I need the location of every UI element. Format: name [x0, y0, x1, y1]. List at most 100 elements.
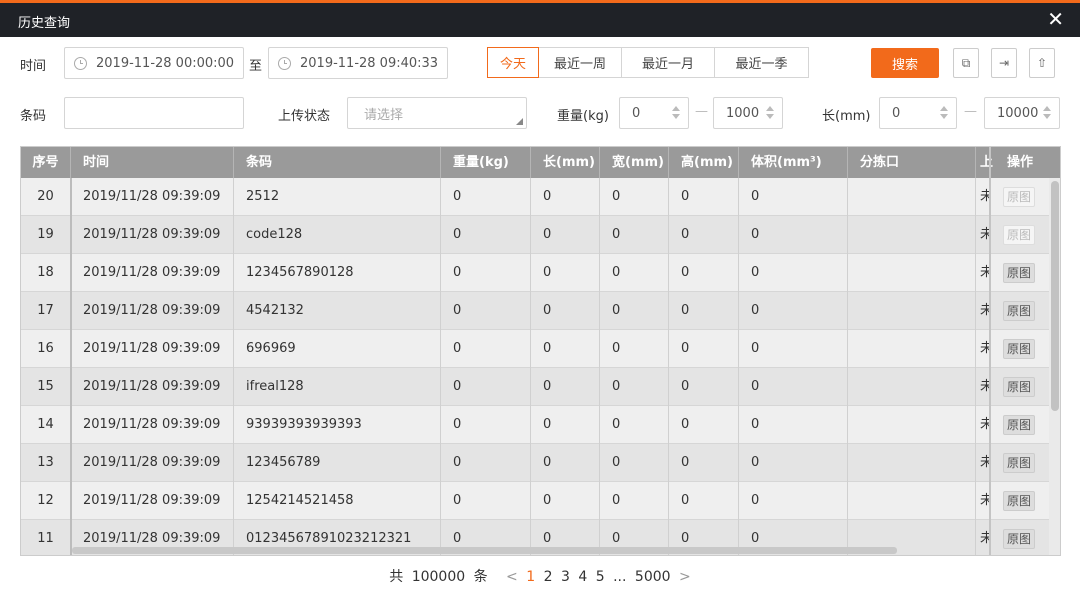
- cell-volume: 0: [739, 482, 848, 520]
- history-table: 序号 时间 条码 重量(kg) 长(mm) 宽(mm) 高(mm) 体积(mm³…: [20, 146, 1061, 556]
- cell-seq: 17: [21, 292, 71, 330]
- cell-weight: 0: [441, 216, 531, 254]
- table-row[interactable]: 202019/11/28 09:39:09251200000未原图: [21, 178, 1060, 216]
- cell-length: 0: [531, 178, 600, 216]
- page-3[interactable]: 3: [561, 569, 570, 585]
- upload-status-select[interactable]: 请选择: [347, 97, 527, 129]
- export-icon[interactable]: ⇥: [991, 48, 1017, 78]
- col-height[interactable]: 高(mm): [669, 147, 739, 178]
- stepper-arrows-icon[interactable]: [766, 106, 774, 120]
- stepper-arrows-icon[interactable]: [672, 106, 680, 120]
- window-title: 历史查询: [18, 16, 71, 31]
- page-last[interactable]: 5000: [635, 569, 671, 585]
- table-row[interactable]: 14 2019/11/28 09:39:09 93939393939393 0 0 0 0 0…: [21, 406, 1060, 444]
- upload-status-label: 上传状态: [278, 109, 331, 124]
- page-ellipsis: ...: [613, 569, 627, 585]
- weight-range-dash: —: [695, 104, 708, 119]
- tab-last-month[interactable]: 最近一月: [622, 47, 715, 78]
- cell-port: [848, 292, 976, 330]
- time-to-input[interactable]: 2019-11-28 09:40:33: [268, 47, 448, 79]
- cell-time: 2019/11/28 09:39:09: [71, 216, 234, 254]
- cell-weight: 0: [441, 406, 531, 444]
- cell-barcode: 93939393939393: [234, 406, 441, 444]
- col-port[interactable]: 分拣口: [848, 147, 976, 178]
- length-range-dash: —: [964, 104, 977, 119]
- col-length[interactable]: 长(mm): [531, 147, 600, 178]
- upload-icon[interactable]: ⇧: [1029, 48, 1055, 78]
- cell-length: 0: [531, 406, 600, 444]
- table-row[interactable]: 172019/11/28 09:39:09454213200000未原图: [21, 292, 1060, 330]
- cell-height: 0: [669, 444, 739, 482]
- horizontal-scrollbar[interactable]: [72, 547, 897, 554]
- weight-label: 重量(kg): [557, 109, 609, 124]
- tab-today[interactable]: 今天: [487, 47, 539, 78]
- page-1[interactable]: 1: [526, 569, 535, 585]
- title-bar: 历史查询 ✕: [0, 3, 1080, 37]
- stepper-arrows-icon[interactable]: [1043, 106, 1051, 120]
- col-weight[interactable]: 重量(kg): [441, 147, 531, 178]
- length-max-stepper[interactable]: 10000: [984, 97, 1060, 129]
- pagination: 共 100000 条 < 1 2 3 4 5 ... 5000 >: [0, 566, 1080, 586]
- cell-time: 2019/11/28 09:39:09: [71, 292, 234, 330]
- length-min-value: 0: [892, 105, 901, 121]
- search-button[interactable]: 搜索: [871, 48, 939, 78]
- cell-width: 0: [600, 216, 669, 254]
- frozen-action-column: [989, 147, 1048, 555]
- cell-time: 2019/11/28 09:39:09: [71, 254, 234, 292]
- col-width[interactable]: 宽(mm): [600, 147, 669, 178]
- cell-weight: 0: [441, 254, 531, 292]
- tab-last-quarter[interactable]: 最近一季: [715, 47, 809, 78]
- cell-width: 0: [600, 292, 669, 330]
- cell-time: 2019/11/28 09:39:09: [71, 178, 234, 216]
- vertical-scrollbar[interactable]: [1049, 178, 1060, 555]
- length-min-stepper[interactable]: 0: [879, 97, 957, 129]
- cell-port: [848, 444, 976, 482]
- page-5[interactable]: 5: [596, 569, 605, 585]
- cell-weight: 0: [441, 292, 531, 330]
- weight-max-stepper[interactable]: 1000: [713, 97, 783, 129]
- table-row[interactable]: 122019/11/28 09:39:09125421452145800000未…: [21, 482, 1060, 520]
- cell-width: 0: [600, 330, 669, 368]
- time-from-value: 2019-11-28 00:00:00: [96, 55, 235, 71]
- date-range-tabs: 今天 最近一周 最近一月 最近一季: [487, 47, 809, 78]
- page-4[interactable]: 4: [578, 569, 587, 585]
- table-row[interactable]: 192019/11/28 09:39:09code12800000未原图: [21, 216, 1060, 254]
- restore-icon[interactable]: ⧉: [953, 48, 979, 78]
- cell-volume: 0: [739, 292, 848, 330]
- table-row[interactable]: 152019/11/28 09:39:09ifreal12800000未原图: [21, 368, 1060, 406]
- cell-weight: 0: [441, 178, 531, 216]
- cell-weight: 0: [441, 368, 531, 406]
- close-icon[interactable]: ✕: [1047, 8, 1064, 30]
- cell-volume: 0: [739, 216, 848, 254]
- cell-length: 0: [531, 444, 600, 482]
- cell-height: 0: [669, 330, 739, 368]
- cell-height: 0: [669, 292, 739, 330]
- col-seq[interactable]: 序号: [21, 147, 71, 178]
- tab-last-week[interactable]: 最近一周: [539, 47, 622, 78]
- cell-weight: 0: [441, 330, 531, 368]
- length-max-value: 10000: [997, 105, 1039, 121]
- upload-status-placeholder: 请选择: [364, 107, 404, 123]
- col-time[interactable]: 时间: [71, 147, 234, 178]
- table-header: 序号 时间 条码 重量(kg) 长(mm) 宽(mm) 高(mm) 体积(mm³…: [21, 147, 1060, 178]
- table-row[interactable]: 132019/11/28 09:39:0912345678900000未原图: [21, 444, 1060, 482]
- cell-width: 0: [600, 178, 669, 216]
- cell-time: 2019/11/28 09:39:09: [71, 444, 234, 482]
- cell-volume: 0: [739, 178, 848, 216]
- vertical-scroll-thumb[interactable]: [1051, 181, 1059, 411]
- prev-page-button[interactable]: <: [506, 569, 518, 585]
- barcode-label: 条码: [20, 109, 47, 124]
- table-row[interactable]: 162019/11/28 09:39:0969696900000未原图: [21, 330, 1060, 368]
- cell-port: [848, 368, 976, 406]
- stepper-arrows-icon[interactable]: [940, 106, 948, 120]
- col-barcode[interactable]: 条码: [234, 147, 441, 178]
- cell-width: 0: [600, 254, 669, 292]
- time-from-input[interactable]: 2019-11-28 00:00:00: [64, 47, 244, 79]
- cell-time: 2019/11/28 09:39:09: [71, 482, 234, 520]
- page-2[interactable]: 2: [544, 569, 553, 585]
- weight-min-stepper[interactable]: 0: [619, 97, 689, 129]
- col-volume[interactable]: 体积(mm³): [739, 147, 848, 178]
- next-page-button[interactable]: >: [679, 569, 691, 585]
- barcode-input[interactable]: [64, 97, 244, 129]
- table-row[interactable]: 182019/11/28 09:39:09123456789012800000未…: [21, 254, 1060, 292]
